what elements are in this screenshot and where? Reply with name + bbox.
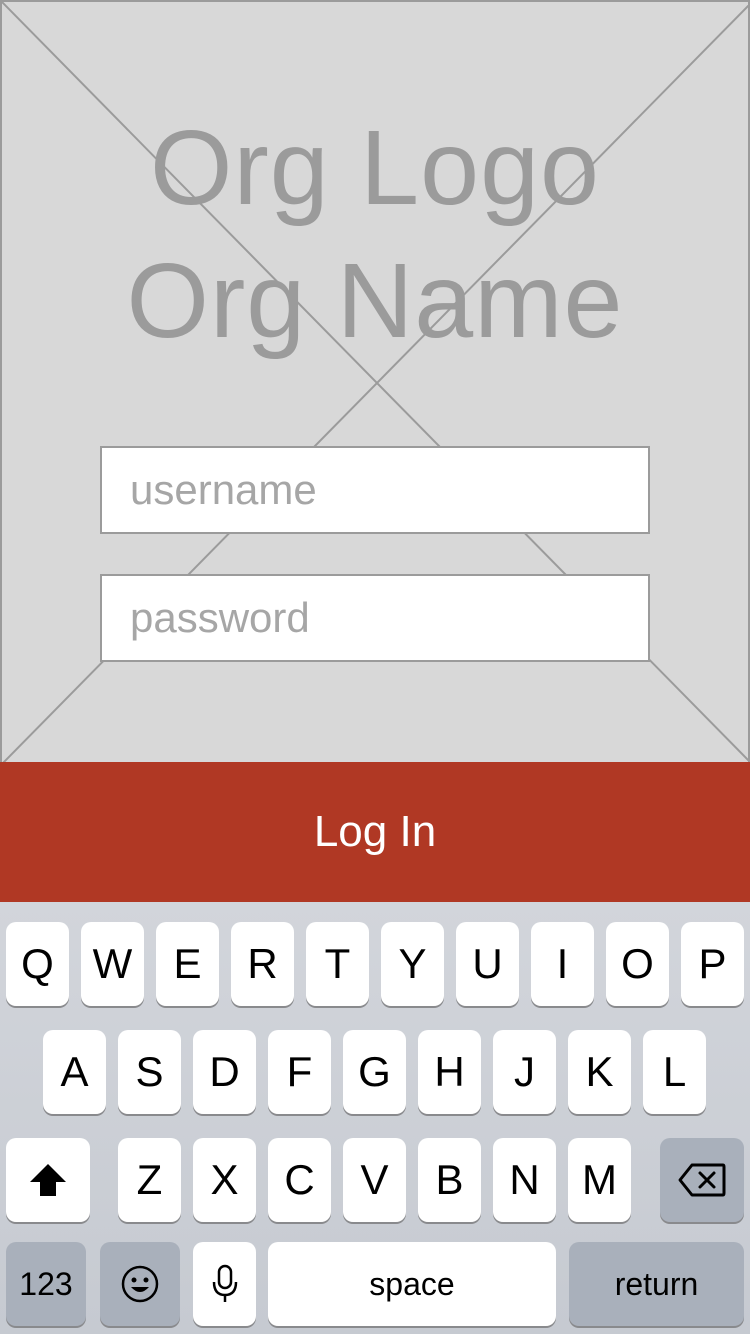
key-k[interactable]: K — [568, 1030, 631, 1114]
key-b[interactable]: B — [418, 1138, 481, 1222]
backspace-icon — [678, 1163, 726, 1197]
key-q[interactable]: Q — [6, 922, 69, 1006]
key-h[interactable]: H — [418, 1030, 481, 1114]
key-j[interactable]: J — [493, 1030, 556, 1114]
key-y[interactable]: Y — [381, 922, 444, 1006]
key-u[interactable]: U — [456, 922, 519, 1006]
key-o[interactable]: O — [606, 922, 669, 1006]
microphone-icon — [212, 1264, 237, 1302]
delete-key[interactable] — [660, 1138, 744, 1222]
login-button[interactable]: Log In — [0, 762, 750, 902]
login-screen: Org Logo Org Name Log In Q W E R T Y U I… — [0, 0, 750, 1334]
org-name-text: Org Name — [126, 242, 624, 360]
space-key[interactable]: space — [268, 1242, 556, 1326]
emoji-icon — [121, 1265, 159, 1303]
dictation-key[interactable] — [193, 1242, 256, 1326]
shift-icon — [30, 1164, 66, 1196]
numbers-key[interactable]: 123 — [6, 1242, 86, 1326]
emoji-key[interactable] — [100, 1242, 180, 1326]
key-a[interactable]: A — [43, 1030, 106, 1114]
password-input[interactable] — [130, 594, 620, 642]
key-t[interactable]: T — [306, 922, 369, 1006]
password-field[interactable] — [100, 574, 650, 662]
username-field[interactable] — [100, 446, 650, 534]
key-e[interactable]: E — [156, 922, 219, 1006]
key-f[interactable]: F — [268, 1030, 331, 1114]
key-x[interactable]: X — [193, 1138, 256, 1222]
key-z[interactable]: Z — [118, 1138, 181, 1222]
key-s[interactable]: S — [118, 1030, 181, 1114]
key-p[interactable]: P — [681, 922, 744, 1006]
key-c[interactable]: C — [268, 1138, 331, 1222]
username-input[interactable] — [130, 466, 620, 514]
key-d[interactable]: D — [193, 1030, 256, 1114]
key-n[interactable]: N — [493, 1138, 556, 1222]
onscreen-keyboard: Q W E R T Y U I O P A S D F G H J K L Z … — [0, 902, 750, 1334]
key-g[interactable]: G — [343, 1030, 406, 1114]
key-r[interactable]: R — [231, 922, 294, 1006]
key-l[interactable]: L — [643, 1030, 706, 1114]
key-w[interactable]: W — [81, 922, 144, 1006]
key-i[interactable]: I — [531, 922, 594, 1006]
org-logo-text: Org Logo — [150, 109, 600, 227]
key-v[interactable]: V — [343, 1138, 406, 1222]
key-m[interactable]: M — [568, 1138, 631, 1222]
return-key[interactable]: return — [569, 1242, 744, 1326]
shift-key[interactable] — [6, 1138, 90, 1222]
